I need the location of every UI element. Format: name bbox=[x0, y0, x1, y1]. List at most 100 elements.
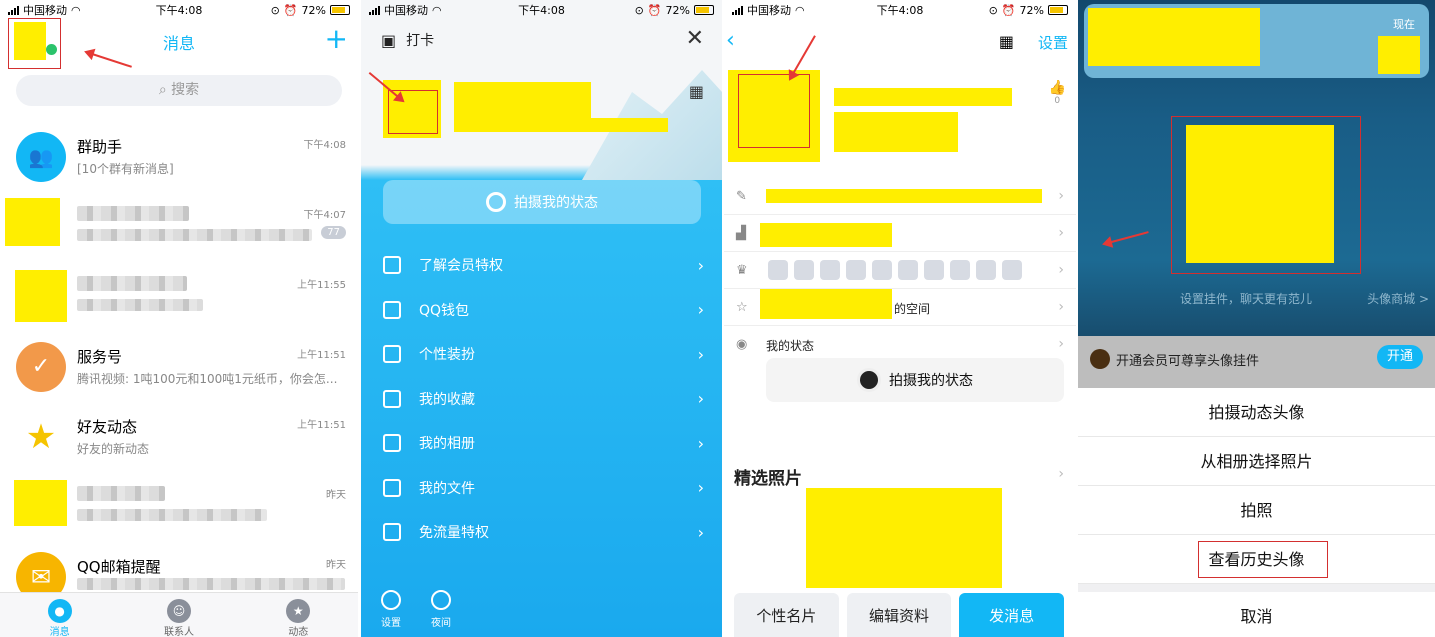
avatar bbox=[5, 198, 60, 246]
badge-icon bbox=[976, 260, 996, 280]
edit-profile-button[interactable]: 编辑资料 bbox=[846, 593, 952, 637]
chevron-right-icon: › bbox=[697, 389, 704, 409]
qr-code-icon[interactable]: ▦ bbox=[999, 32, 1014, 51]
id-redacted bbox=[834, 112, 958, 152]
menu-label: 个性装扮 bbox=[419, 347, 475, 364]
chevron-right-icon: › bbox=[1058, 225, 1064, 241]
chevron-right-icon: › bbox=[697, 300, 704, 320]
settings-link[interactable]: 设置 bbox=[1038, 32, 1068, 53]
tab-feed[interactable]: ★ 动态 bbox=[258, 593, 338, 637]
chevron-right-icon: › bbox=[1058, 188, 1064, 204]
item-preview: 腾讯视频: 1吨100元和100吨1元纸币，你会怎... bbox=[77, 372, 338, 386]
add-button[interactable]: + bbox=[325, 24, 348, 54]
night-mode-button[interactable]: 夜间 bbox=[431, 590, 451, 629]
penguin-icon bbox=[1090, 349, 1110, 369]
battery-percent: 72% bbox=[1019, 3, 1044, 17]
qzone-row[interactable]: ☆ 的空间 › bbox=[724, 289, 1076, 326]
list-item[interactable]: 昨天 bbox=[0, 474, 358, 544]
badge-icon bbox=[1002, 260, 1022, 280]
menu-item-free-data[interactable]: 免流量特权 › bbox=[361, 510, 722, 555]
qzone-name-redacted bbox=[760, 289, 892, 319]
avatar-preview[interactable] bbox=[1186, 125, 1334, 263]
settings-button[interactable]: 设置 bbox=[381, 590, 401, 629]
tab-messages[interactable]: ● 消息 bbox=[20, 593, 100, 637]
notification-banner[interactable]: 现在 bbox=[1084, 4, 1429, 78]
shoot-status-label: 拍摄我的状态 bbox=[889, 373, 973, 389]
battery-icon bbox=[1048, 5, 1068, 15]
shoot-status-button[interactable]: 拍摄我的状态 bbox=[383, 180, 701, 224]
status-bar: 中国移动 ◠ 下午4:08 ⊙ ⏰ 72% bbox=[724, 0, 1076, 20]
chevron-right-icon: › bbox=[697, 478, 704, 498]
qzone-suffix: 的空间 bbox=[894, 302, 931, 316]
search-icon: ⌕ bbox=[158, 82, 172, 98]
badges-row[interactable]: ♛ › bbox=[724, 252, 1076, 289]
item-time: 昨天 bbox=[326, 560, 346, 571]
group-helper-avatar: 👥 bbox=[16, 132, 66, 182]
messages-screen: 中国移动 ◠ 下午4:08 ⊙ ⏰ 72% 消息 + ⌕ 搜索 👥 群助手 [10个群… bbox=[0, 0, 358, 637]
signature-row[interactable]: ✎ › bbox=[724, 178, 1076, 215]
checkin-button[interactable]: ▣ 打卡 bbox=[381, 30, 434, 50]
back-icon[interactable]: ‹ bbox=[726, 28, 735, 53]
option-take-photo[interactable]: 拍照 bbox=[1078, 486, 1435, 535]
search-input[interactable]: ⌕ 搜索 bbox=[16, 75, 342, 106]
tab-contacts[interactable]: ☺ 联系人 bbox=[139, 593, 219, 637]
menu-label: 我的相册 bbox=[419, 436, 475, 453]
camera-icon: ◉ bbox=[736, 337, 748, 352]
drawer-screen: 中国移动 ◠ 下午4:08 ⊙ ⏰ 72% ▣ 打卡 ✕ ▦ 拍摄我的状态 了解会员特权… bbox=[361, 0, 722, 637]
close-icon[interactable]: ✕ bbox=[686, 28, 704, 50]
option-choose-album[interactable]: 从相册选择照片 bbox=[1078, 437, 1435, 486]
item-time: 上午11:55 bbox=[297, 280, 346, 291]
tab-label: 联系人 bbox=[163, 627, 194, 637]
menu-item-album[interactable]: 我的相册 › bbox=[361, 421, 722, 466]
battery-percent: 72% bbox=[301, 3, 326, 17]
thumbs-up-icon: 👍 bbox=[1048, 80, 1066, 96]
menu-label: 我的收藏 bbox=[419, 391, 475, 408]
cancel-button[interactable]: 取消 bbox=[1078, 592, 1435, 637]
shoot-status-button[interactable]: 拍摄我的状态 bbox=[766, 358, 1064, 402]
menu-item-theme[interactable]: 个性装扮 › bbox=[361, 332, 722, 377]
option-dynamic-avatar[interactable]: 拍摄动态头像 bbox=[1078, 388, 1435, 437]
menu-item-wallet[interactable]: QQ钱包 › bbox=[361, 288, 722, 333]
list-item[interactable]: 下午4:07 77 bbox=[0, 194, 358, 264]
badge-icon bbox=[846, 260, 866, 280]
list-item[interactable]: 上午11:55 bbox=[0, 264, 358, 334]
photo-redacted[interactable] bbox=[806, 488, 1002, 588]
level-redacted bbox=[760, 223, 892, 247]
list-item[interactable]: 👥 群助手 [10个群有新消息] 下午4:08 bbox=[0, 124, 358, 194]
item-name: 服务号 bbox=[77, 348, 123, 366]
profile-card-button[interactable]: 个性名片 bbox=[734, 593, 839, 637]
open-vip-button[interactable]: 开通 bbox=[1377, 345, 1423, 369]
avatar bbox=[14, 480, 67, 526]
list-item[interactable]: ✓ 服务号 腾讯视频: 1吨100元和100吨1元纸币，你会怎... 上午11:… bbox=[0, 334, 358, 404]
settings-label: 设置 bbox=[381, 618, 401, 629]
camera-lens-icon bbox=[857, 368, 881, 392]
calendar-icon: ▣ bbox=[381, 30, 397, 50]
annotation-box bbox=[1198, 541, 1328, 578]
option-history-avatar[interactable]: 查看历史头像 bbox=[1078, 535, 1435, 584]
level-row[interactable]: ▟ › bbox=[724, 215, 1076, 252]
lock-rotation-icon: ⊙ bbox=[988, 3, 998, 17]
gear-icon bbox=[381, 590, 401, 610]
send-message-button[interactable]: 发消息 bbox=[959, 593, 1065, 637]
like-button[interactable]: 👍 0 bbox=[1049, 80, 1066, 106]
signature-redacted bbox=[591, 118, 668, 132]
menu-item-favorites[interactable]: 我的收藏 › bbox=[361, 377, 722, 422]
menu-item-vip[interactable]: 了解会员特权 › bbox=[361, 243, 722, 288]
list-item[interactable]: ★ 好友动态 好友的新动态 上午11:51 bbox=[0, 404, 358, 474]
camera-ring-icon bbox=[486, 192, 506, 212]
search-placeholder: 搜索 bbox=[171, 82, 200, 98]
qr-code-icon[interactable]: ▦ bbox=[689, 82, 704, 101]
menu-label: QQ钱包 bbox=[419, 302, 470, 319]
chevron-right-icon: › bbox=[1058, 262, 1064, 278]
signal-icon bbox=[8, 5, 19, 15]
menu-item-files[interactable]: 我的文件 › bbox=[361, 466, 722, 511]
shirt-icon bbox=[383, 345, 401, 364]
avatar-shop-link[interactable]: 头像商城 > bbox=[1367, 290, 1429, 307]
night-label: 夜间 bbox=[431, 618, 451, 629]
chevron-right-icon[interactable]: › bbox=[1058, 466, 1064, 482]
badge-icon bbox=[872, 260, 892, 280]
notification-text-redacted bbox=[1088, 8, 1260, 66]
item-time: 昨天 bbox=[326, 490, 346, 501]
item-time: 下午4:08 bbox=[303, 140, 346, 151]
page-title: 消息 bbox=[162, 34, 195, 53]
